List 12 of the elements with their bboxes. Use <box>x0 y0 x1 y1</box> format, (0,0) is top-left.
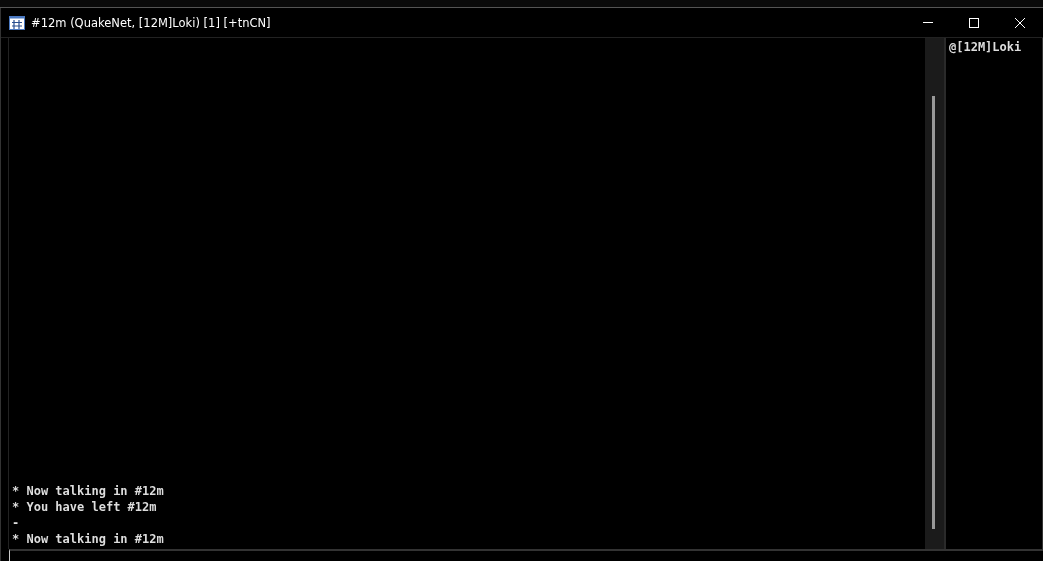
chat-message: * You have left #12m <box>12 499 158 515</box>
input-field[interactable] <box>9 549 1043 561</box>
chat-message: - <box>12 515 21 531</box>
chat-message: * Now talking in #12m <box>12 531 165 547</box>
channel-icon <box>9 15 25 30</box>
minimize-icon <box>923 22 933 23</box>
scrollbar[interactable] <box>925 38 946 549</box>
nick-item[interactable]: @[12M]Loki <box>949 39 1040 55</box>
window-title: #12m (QuakeNet, [12M]Loki) [1] [+tnCN] <box>31 15 272 30</box>
maximize-icon <box>968 16 980 29</box>
chat-message: * Now talking in #12m <box>12 483 165 499</box>
close-icon <box>1014 16 1026 29</box>
